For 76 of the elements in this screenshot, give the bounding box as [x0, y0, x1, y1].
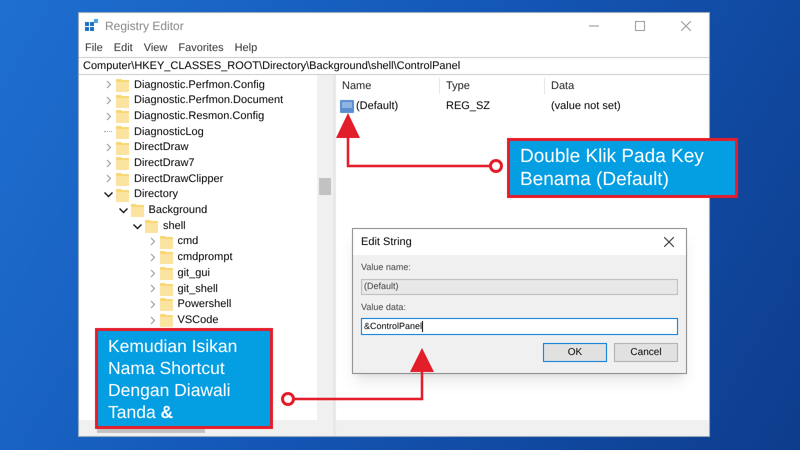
field-label: Value name:	[361, 261, 412, 274]
folder-icon	[160, 282, 172, 296]
chevron-down-icon[interactable]	[104, 190, 113, 200]
column-header[interactable]: Type	[440, 78, 545, 94]
tree-item[interactable]: Diagnostic.Perfmon.Config	[134, 76, 265, 94]
horizontal-scrollbar[interactable]	[336, 420, 709, 436]
tree-item[interactable]: cmd	[178, 233, 198, 250]
table-cell-text: REG_SZ	[445, 98, 492, 114]
callout-text: Double Klik Pada Key Benama (Default)	[520, 145, 705, 191]
tree-item[interactable]: Directory	[134, 186, 178, 203]
tree-item[interactable]: DirectDrawClipper	[134, 170, 224, 188]
registry-icon	[85, 19, 99, 33]
tree-item[interactable]: DiagnosticLog	[134, 124, 204, 140]
chevron-right-icon[interactable]	[104, 143, 113, 152]
tree-item[interactable]: Background	[148, 202, 208, 219]
chevron-right-icon[interactable]	[148, 268, 156, 278]
callout-text: Kemudian Isikan Nama Shortcut Dengan Diawali Tanda &	[108, 334, 238, 422]
folder-icon	[116, 78, 129, 92]
address-bar[interactable]: Computer\HKEY_CLASSES_ROOT\Directory\Background\shell\ControlPanel	[79, 57, 709, 75]
table-cell-text: (value not set)	[550, 98, 621, 114]
tree-item[interactable]: git_gui	[178, 264, 210, 282]
menu-item[interactable]: Help	[234, 40, 258, 56]
folder-icon	[160, 266, 172, 280]
menu-item[interactable]: File	[85, 40, 103, 56]
folder-icon	[160, 250, 172, 264]
chevron-right-icon[interactable]	[148, 300, 156, 309]
dialog-button[interactable]: OK	[543, 343, 607, 362]
column-header[interactable]: Name	[336, 78, 440, 94]
folder-icon	[160, 313, 172, 328]
chevron-right-icon[interactable]	[148, 237, 156, 246]
chevron-down-icon[interactable]	[118, 206, 128, 215]
string-value-icon	[340, 100, 354, 112]
folder-icon	[130, 203, 144, 218]
chevron-right-icon[interactable]	[148, 284, 156, 294]
tree-item[interactable]: DirectDraw7	[134, 155, 195, 172]
chevron-right-icon[interactable]	[104, 158, 113, 168]
close-icon	[681, 21, 691, 31]
menu-item[interactable]: Edit	[114, 40, 133, 56]
tree-item[interactable]: Diagnostic.Perfmon.Document	[134, 92, 284, 109]
folder-icon	[116, 94, 129, 108]
folder-icon	[116, 172, 129, 186]
tree-item[interactable]: DirectDraw	[134, 139, 188, 156]
tree-item[interactable]: Powershell	[178, 296, 232, 313]
folder-icon	[116, 109, 129, 124]
folder-icon	[116, 124, 129, 139]
table-cell[interactable]: (Default)	[356, 98, 398, 114]
tree-item[interactable]: shell	[163, 218, 186, 234]
chevron-right-icon[interactable]	[104, 96, 113, 106]
menu-item[interactable]: View	[144, 40, 168, 56]
column-header[interactable]: Data	[545, 78, 665, 94]
chevron-right-icon[interactable]	[104, 174, 113, 184]
window-title: Registry Editor	[105, 18, 184, 35]
folder-icon	[145, 219, 158, 234]
chevron-right-icon[interactable]	[104, 80, 113, 90]
folder-icon	[160, 234, 172, 249]
chevron-right-icon[interactable]	[148, 252, 156, 262]
close-icon[interactable]	[664, 237, 674, 247]
folder-icon	[116, 156, 129, 170]
chevron-right-icon[interactable]	[104, 112, 113, 121]
folder-icon	[116, 140, 129, 155]
chevron-down-icon[interactable]	[133, 222, 142, 231]
value-data-field[interactable]: &ControlPanel	[361, 318, 678, 335]
vertical-scrollbar[interactable]	[317, 75, 333, 420]
dialog-title: Edit String	[361, 234, 412, 250]
tree-item[interactable]: git_shell	[178, 280, 218, 298]
tree-item[interactable]: cmdprompt	[178, 249, 233, 266]
tree-item[interactable]: Diagnostic.Resmon.Config	[134, 108, 264, 124]
maximize-icon	[635, 21, 645, 31]
dialog-button[interactable]: Cancel	[614, 343, 678, 362]
field-label: Value data:	[361, 300, 407, 314]
folder-icon	[116, 188, 129, 202]
folder-icon	[160, 297, 172, 312]
tree-item[interactable]: VSCode	[178, 312, 218, 328]
value-name-field: (Default)	[361, 278, 678, 294]
menu-item[interactable]: Favorites	[178, 40, 224, 56]
chevron-right-icon[interactable]	[148, 316, 156, 325]
